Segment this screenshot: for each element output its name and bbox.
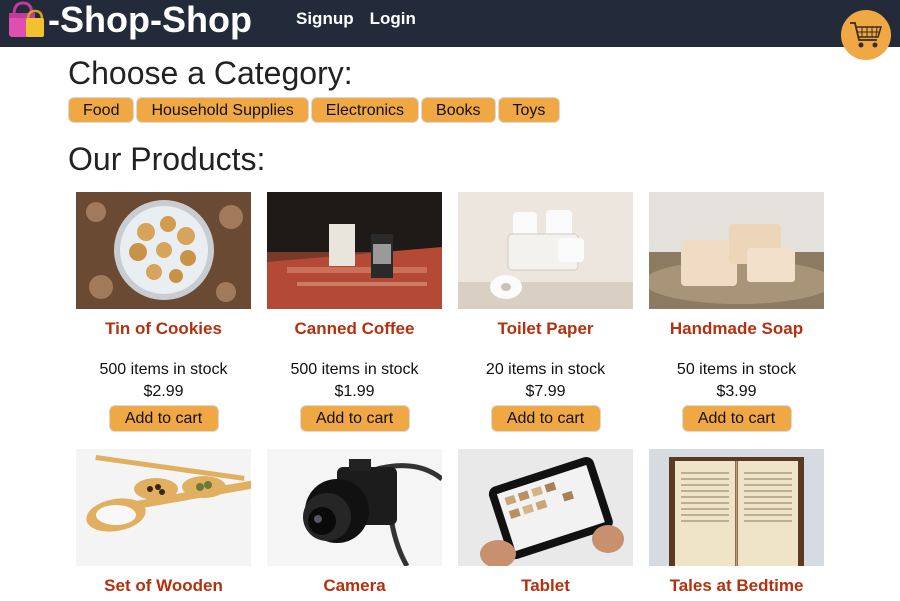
product-stock: 500 items in stock — [290, 361, 419, 378]
add-to-cart-button[interactable]: Add to cart — [490, 405, 601, 432]
category-electronics-button[interactable]: Electronics — [310, 97, 420, 123]
category-books-button[interactable]: Books — [421, 97, 496, 123]
category-household-supplies-button[interactable]: Household Supplies — [136, 97, 309, 123]
product-image-tablet[interactable] — [458, 449, 633, 566]
product-name[interactable]: Tales at Bedtime — [670, 576, 804, 596]
top-navbar: -Shop-Shop Signup Login — [0, 0, 900, 47]
add-to-cart-button[interactable]: Add to cart — [681, 405, 792, 432]
category-list: Food Household Supplies Electronics Book… — [68, 97, 561, 123]
product-card: Canned Coffee 500 items in stock $1.99 A… — [267, 192, 442, 449]
cart-button[interactable] — [841, 10, 891, 60]
product-image-book[interactable] — [649, 449, 824, 566]
product-stock: 500 items in stock — [99, 361, 228, 378]
shopping-bags-icon — [9, 1, 44, 37]
product-name[interactable]: Handmade Soap — [670, 319, 803, 339]
product-price: $3.99 — [716, 383, 757, 400]
product-card: Tablet — [458, 449, 633, 596]
category-heading: Choose a Category: — [68, 55, 353, 91]
product-price: $7.99 — [525, 383, 566, 400]
product-name[interactable]: Canned Coffee — [295, 319, 415, 339]
app-title: -Shop-Shop — [48, 0, 252, 40]
product-image-wooden-spoons[interactable] — [76, 449, 251, 566]
product-price: $2.99 — [143, 383, 184, 400]
product-grid: Tin of Cookies 500 items in stock $2.99 … — [76, 192, 824, 596]
product-card: Handmade Soap 50 items in stock $3.99 Ad… — [649, 192, 824, 449]
main-nav: Signup Login — [296, 9, 416, 29]
product-image-coffee[interactable] — [267, 192, 442, 309]
product-card: Tales at Bedtime — [649, 449, 824, 596]
product-stock: 50 items in stock — [676, 361, 797, 378]
product-name[interactable]: Camera — [323, 576, 385, 596]
add-to-cart-button[interactable]: Add to cart — [299, 405, 410, 432]
product-name[interactable]: Set of Wooden — [104, 576, 223, 596]
product-card: Tin of Cookies 500 items in stock $2.99 … — [76, 192, 251, 449]
category-food-button[interactable]: Food — [68, 97, 135, 123]
signup-link[interactable]: Signup — [296, 9, 354, 29]
product-card: Camera — [267, 449, 442, 596]
product-name[interactable]: Toilet Paper — [497, 319, 593, 339]
product-card: Set of Wooden — [76, 449, 251, 596]
login-link[interactable]: Login — [370, 9, 416, 29]
product-name[interactable]: Tin of Cookies — [105, 319, 222, 339]
product-image-soap[interactable] — [649, 192, 824, 309]
category-toys-button[interactable]: Toys — [497, 97, 561, 123]
product-price: $1.99 — [334, 383, 375, 400]
add-to-cart-button[interactable]: Add to cart — [108, 405, 219, 432]
brand[interactable]: -Shop-Shop — [6, 0, 252, 40]
product-image-toilet-paper[interactable] — [458, 192, 633, 309]
product-card: Toilet Paper 20 items in stock $7.99 Add… — [458, 192, 633, 449]
product-stock: 20 items in stock — [485, 361, 606, 378]
product-image-cookies[interactable] — [76, 192, 251, 309]
product-image-camera[interactable] — [267, 449, 442, 566]
product-name[interactable]: Tablet — [521, 576, 570, 596]
shopping-cart-icon — [850, 22, 883, 48]
products-heading: Our Products: — [68, 141, 266, 177]
